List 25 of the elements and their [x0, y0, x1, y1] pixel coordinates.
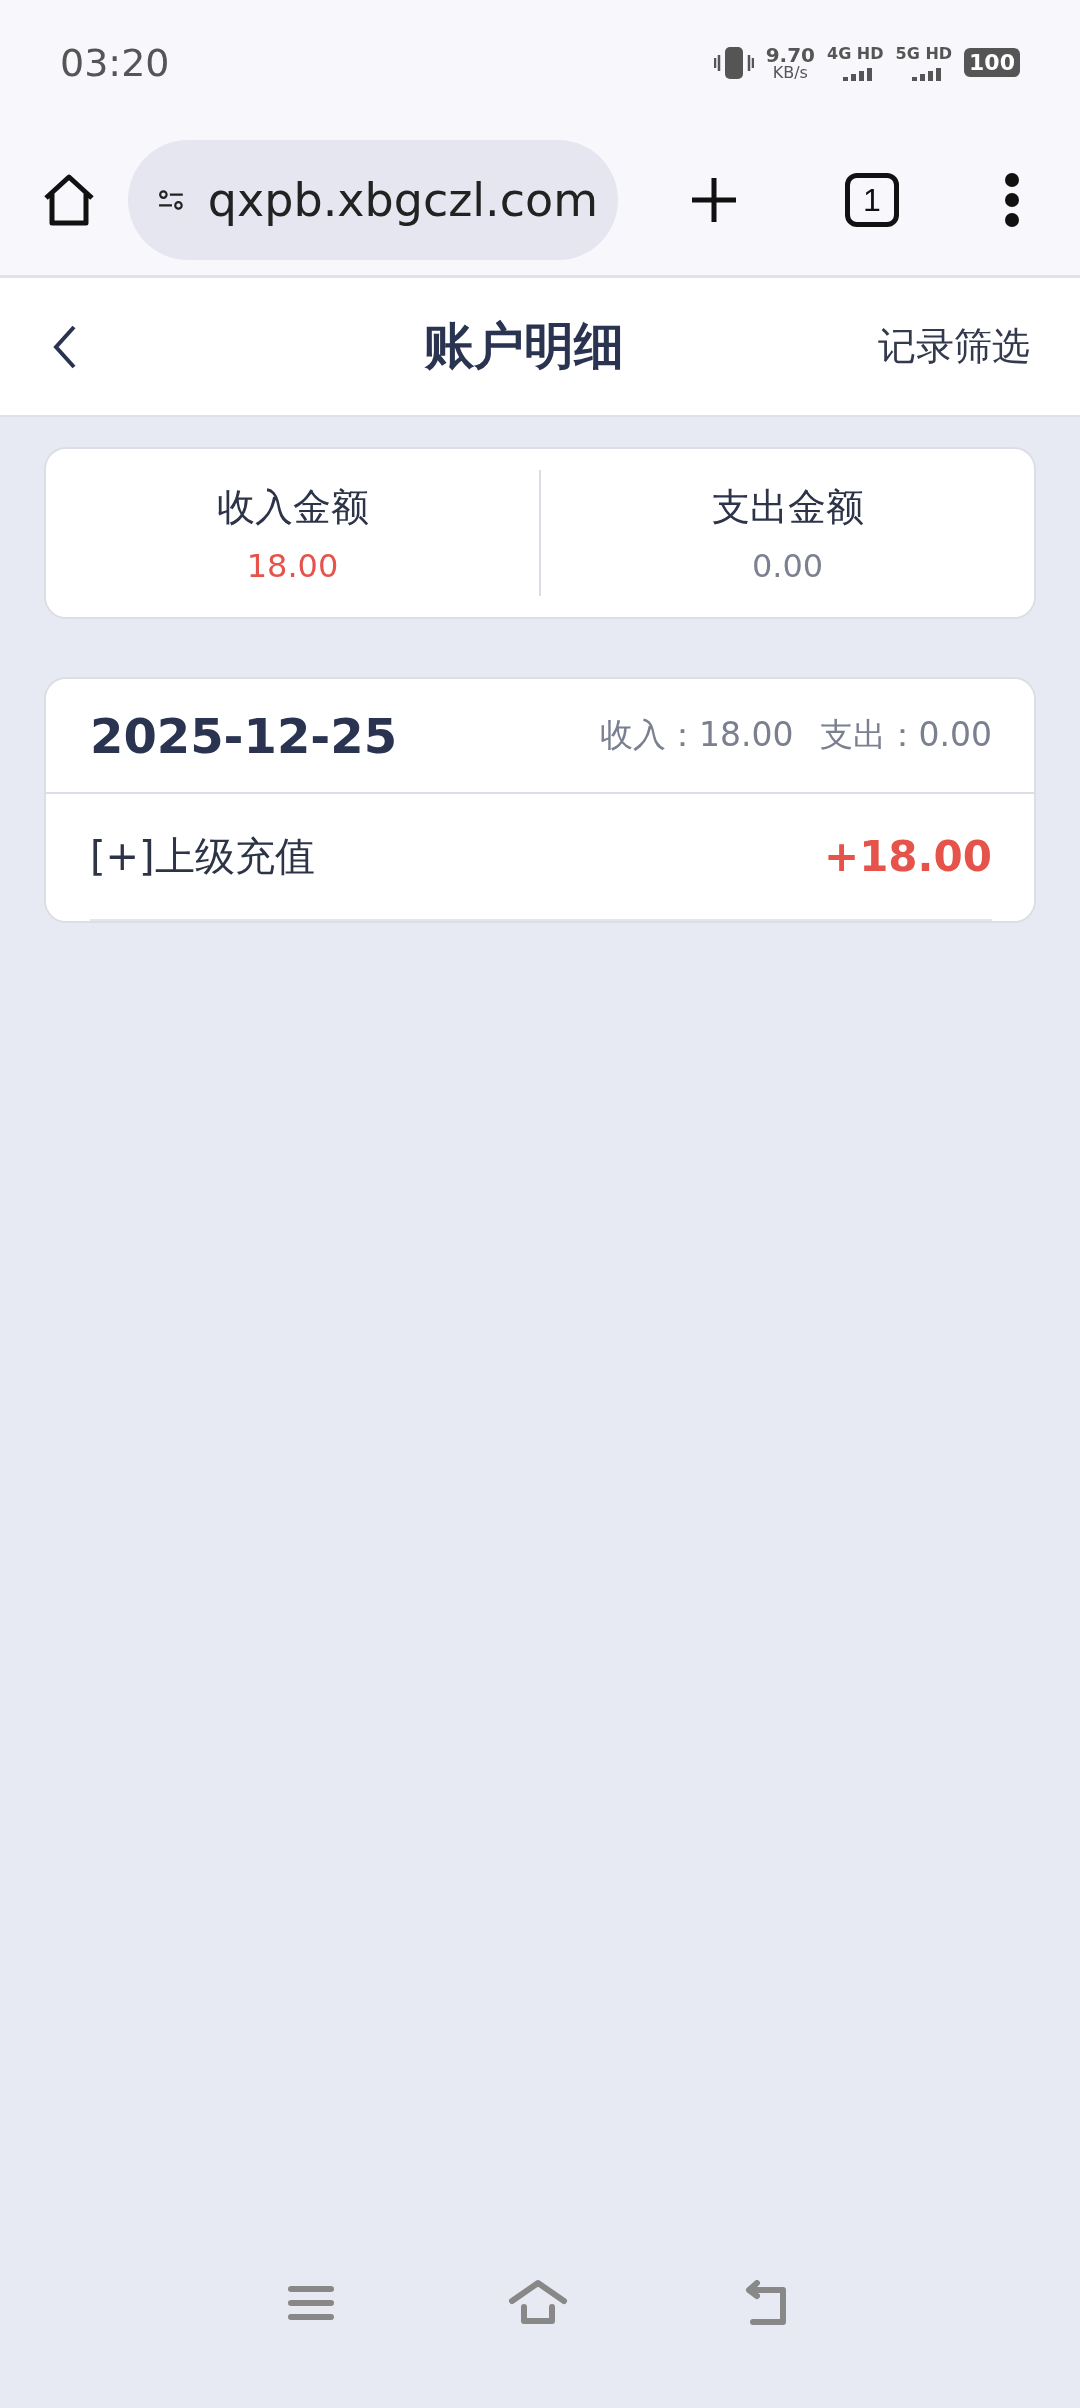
record-amount: +18.00: [823, 832, 992, 881]
summary-value: 18.00: [246, 546, 339, 585]
page-title: 账户明细: [423, 316, 625, 377]
summary-label: 支出金额: [711, 483, 864, 531]
record-row[interactable]: [+]上级充值 +18.00: [90, 794, 992, 921]
net-speed-unit: KB/s: [772, 64, 808, 81]
tab-count-button[interactable]: 1: [845, 173, 899, 227]
status-time: 03:20: [60, 40, 170, 85]
net-speed: 9.70: [765, 44, 816, 65]
menu-button[interactable]: [1004, 172, 1020, 228]
day-income: 收入：18.00: [600, 714, 794, 756]
address-bar[interactable]: qxpb.xbgczl.com: [128, 140, 618, 260]
menu-icon[interactable]: [286, 2283, 335, 2323]
network-label: 5G HD: [895, 44, 953, 63]
day-expense: 支出：0.00: [819, 714, 992, 756]
network-label: 4G HD: [827, 44, 884, 63]
url-text: qxpb.xbgczl.com: [207, 173, 598, 227]
summary-value: 0.00: [751, 546, 824, 585]
vibrate-icon: [713, 44, 754, 81]
summary-label: 收入金额: [216, 483, 369, 531]
day-date: 2025-12-25: [90, 707, 398, 764]
battery-level: 100: [964, 48, 1020, 77]
record-title: [+]上级充值: [90, 832, 315, 881]
filter-link[interactable]: 记录筛选: [878, 321, 1030, 372]
home-icon[interactable]: [508, 2279, 568, 2327]
